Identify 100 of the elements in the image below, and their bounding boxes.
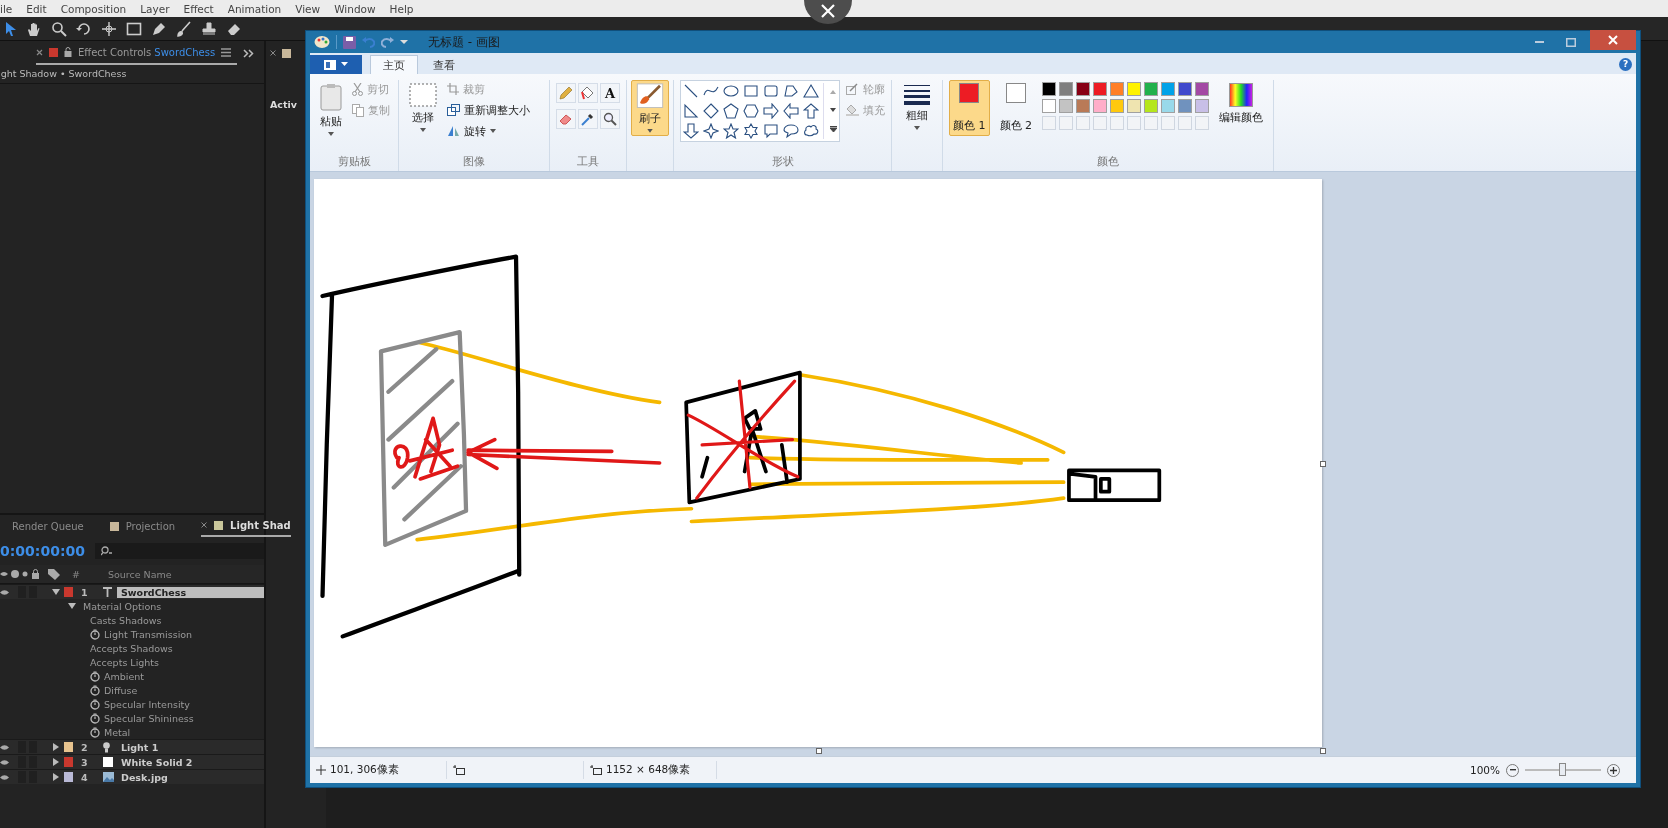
close-icon[interactable] — [270, 50, 276, 56]
menu-item[interactable]: ile — [0, 2, 13, 15]
stopwatch-icon[interactable] — [90, 726, 100, 738]
drawing-canvas[interactable] — [314, 179, 1322, 747]
empty-swatch[interactable] — [1059, 116, 1073, 130]
panel-tab-layer[interactable]: SwordChess — [154, 46, 216, 58]
stopwatch-icon[interactable] — [90, 628, 100, 640]
palette-swatch[interactable] — [1093, 99, 1107, 113]
rotate-icon[interactable] — [76, 20, 92, 37]
palette-swatch[interactable] — [1110, 99, 1124, 113]
down-arrow-shape-icon[interactable] — [683, 123, 699, 139]
help-button[interactable]: ? — [1619, 58, 1632, 71]
search-field[interactable] — [95, 543, 264, 559]
rounded-rectangle-shape-icon[interactable] — [763, 83, 779, 99]
resize-handle[interactable] — [1320, 461, 1326, 467]
palette-swatch[interactable] — [1042, 82, 1056, 96]
cloud-callout-shape-icon[interactable] — [803, 123, 819, 139]
palette-swatch[interactable] — [1059, 99, 1073, 113]
rectangle-icon[interactable] — [126, 20, 142, 37]
file-menu-button[interactable] — [310, 55, 362, 74]
paste-button[interactable]: 粘贴 — [316, 80, 346, 139]
layer-name[interactable]: White Solid 2 — [117, 756, 264, 768]
twirl-triangle-icon[interactable] — [52, 773, 60, 781]
palette-swatch[interactable] — [1093, 82, 1107, 96]
timecode[interactable]: 0:00:00:00 — [0, 543, 85, 559]
rectangle-callout-shape-icon[interactable] — [763, 123, 779, 139]
menu-item[interactable]: Window — [334, 2, 376, 15]
diamond-shape-icon[interactable] — [703, 103, 719, 119]
color-slot-button[interactable]: 颜色 1 — [949, 80, 990, 136]
property-group-label[interactable]: Material Options — [83, 600, 162, 612]
polygon-shape-icon[interactable] — [783, 83, 799, 99]
twirl-triangle-icon[interactable] — [52, 758, 60, 766]
close-icon[interactable] — [36, 48, 43, 56]
six-point-star-shape-icon[interactable] — [743, 123, 759, 139]
menu-item[interactable]: Composition — [60, 2, 127, 15]
caret-icon[interactable] — [400, 38, 408, 46]
palette-swatch[interactable] — [1161, 99, 1175, 113]
palette-swatch[interactable] — [1144, 82, 1158, 96]
panel-tab[interactable]: Render Queue — [12, 516, 84, 536]
empty-swatch[interactable] — [1127, 116, 1141, 130]
magnifier-button[interactable] — [600, 109, 620, 129]
zoom-icon[interactable] — [51, 20, 67, 37]
color-picker-button[interactable] — [578, 109, 598, 129]
stopwatch-icon[interactable] — [90, 712, 100, 724]
zoom-slider-thumb[interactable] — [1559, 763, 1566, 776]
selection-arrow-icon[interactable] — [5, 20, 17, 37]
ribbon-tab[interactable]: 主页 — [370, 55, 418, 74]
stopwatch-icon[interactable] — [90, 684, 100, 696]
up-arrow-shape-icon[interactable] — [803, 103, 819, 119]
palette-swatch[interactable] — [1195, 82, 1209, 96]
resize-handle[interactable] — [816, 748, 822, 754]
menu-item[interactable]: Animation — [227, 2, 282, 15]
fill-tool-button[interactable] — [578, 83, 598, 103]
oval-shape-icon[interactable] — [723, 83, 739, 99]
layer-name[interactable]: Desk.jpg — [117, 771, 264, 783]
hand-icon[interactable] — [26, 20, 42, 37]
palette-swatch[interactable] — [1127, 99, 1141, 113]
label-color-icon[interactable] — [64, 587, 73, 597]
pencil-tool-button[interactable] — [556, 83, 576, 103]
empty-swatch[interactable] — [1195, 116, 1209, 130]
column-header[interactable]: Source Name — [107, 568, 172, 580]
palette-swatch[interactable] — [1127, 82, 1141, 96]
palette-swatch[interactable] — [1178, 82, 1192, 96]
resize-handle[interactable] — [1320, 748, 1326, 754]
close-icon[interactable] — [201, 522, 208, 528]
hexagon-shape-icon[interactable] — [743, 103, 759, 119]
palette-swatch[interactable] — [1144, 99, 1158, 113]
empty-swatch[interactable] — [1110, 116, 1124, 130]
edit-colors-button[interactable]: 编辑颜色 — [1215, 80, 1267, 128]
left-arrow-shape-icon[interactable] — [783, 103, 799, 119]
stamp-icon[interactable] — [201, 20, 217, 37]
expand-gallery-icon[interactable] — [830, 126, 837, 132]
palette-icon[interactable] — [314, 35, 330, 49]
close-button[interactable] — [1590, 30, 1636, 50]
menu-icon[interactable] — [221, 47, 232, 57]
select-button[interactable]: 选择 — [405, 80, 441, 135]
twirl-triangle-icon[interactable] — [52, 588, 60, 596]
stopwatch-icon[interactable] — [90, 670, 100, 682]
empty-swatch[interactable] — [1093, 116, 1107, 130]
palette-swatch[interactable] — [1076, 82, 1090, 96]
label-color-icon[interactable] — [64, 757, 73, 767]
scroll-down-icon[interactable] — [830, 108, 836, 112]
twirl-triangle-icon[interactable] — [52, 743, 60, 751]
brush-icon[interactable] — [176, 20, 192, 37]
panel-tab-title[interactable]: Effect Controls — [78, 46, 152, 58]
label-color-icon[interactable] — [64, 772, 73, 782]
layer-name[interactable]: SwordChess — [117, 586, 264, 598]
menu-item[interactable]: Layer — [140, 2, 170, 15]
empty-swatch[interactable] — [1178, 116, 1192, 130]
eye-icon[interactable] — [0, 588, 9, 596]
menu-item[interactable]: View — [295, 2, 321, 15]
resize-button[interactable]: 重新调整大小 — [447, 101, 530, 119]
palette-swatch[interactable] — [1195, 99, 1209, 113]
five-point-star-shape-icon[interactable] — [723, 123, 739, 139]
triangle-shape-icon[interactable] — [803, 83, 819, 99]
empty-swatch[interactable] — [1042, 116, 1056, 130]
lock-icon[interactable] — [64, 47, 72, 57]
size-button[interactable]: 粗细 — [900, 80, 934, 133]
palette-swatch[interactable] — [1110, 82, 1124, 96]
menu-item[interactable]: Help — [389, 2, 414, 15]
